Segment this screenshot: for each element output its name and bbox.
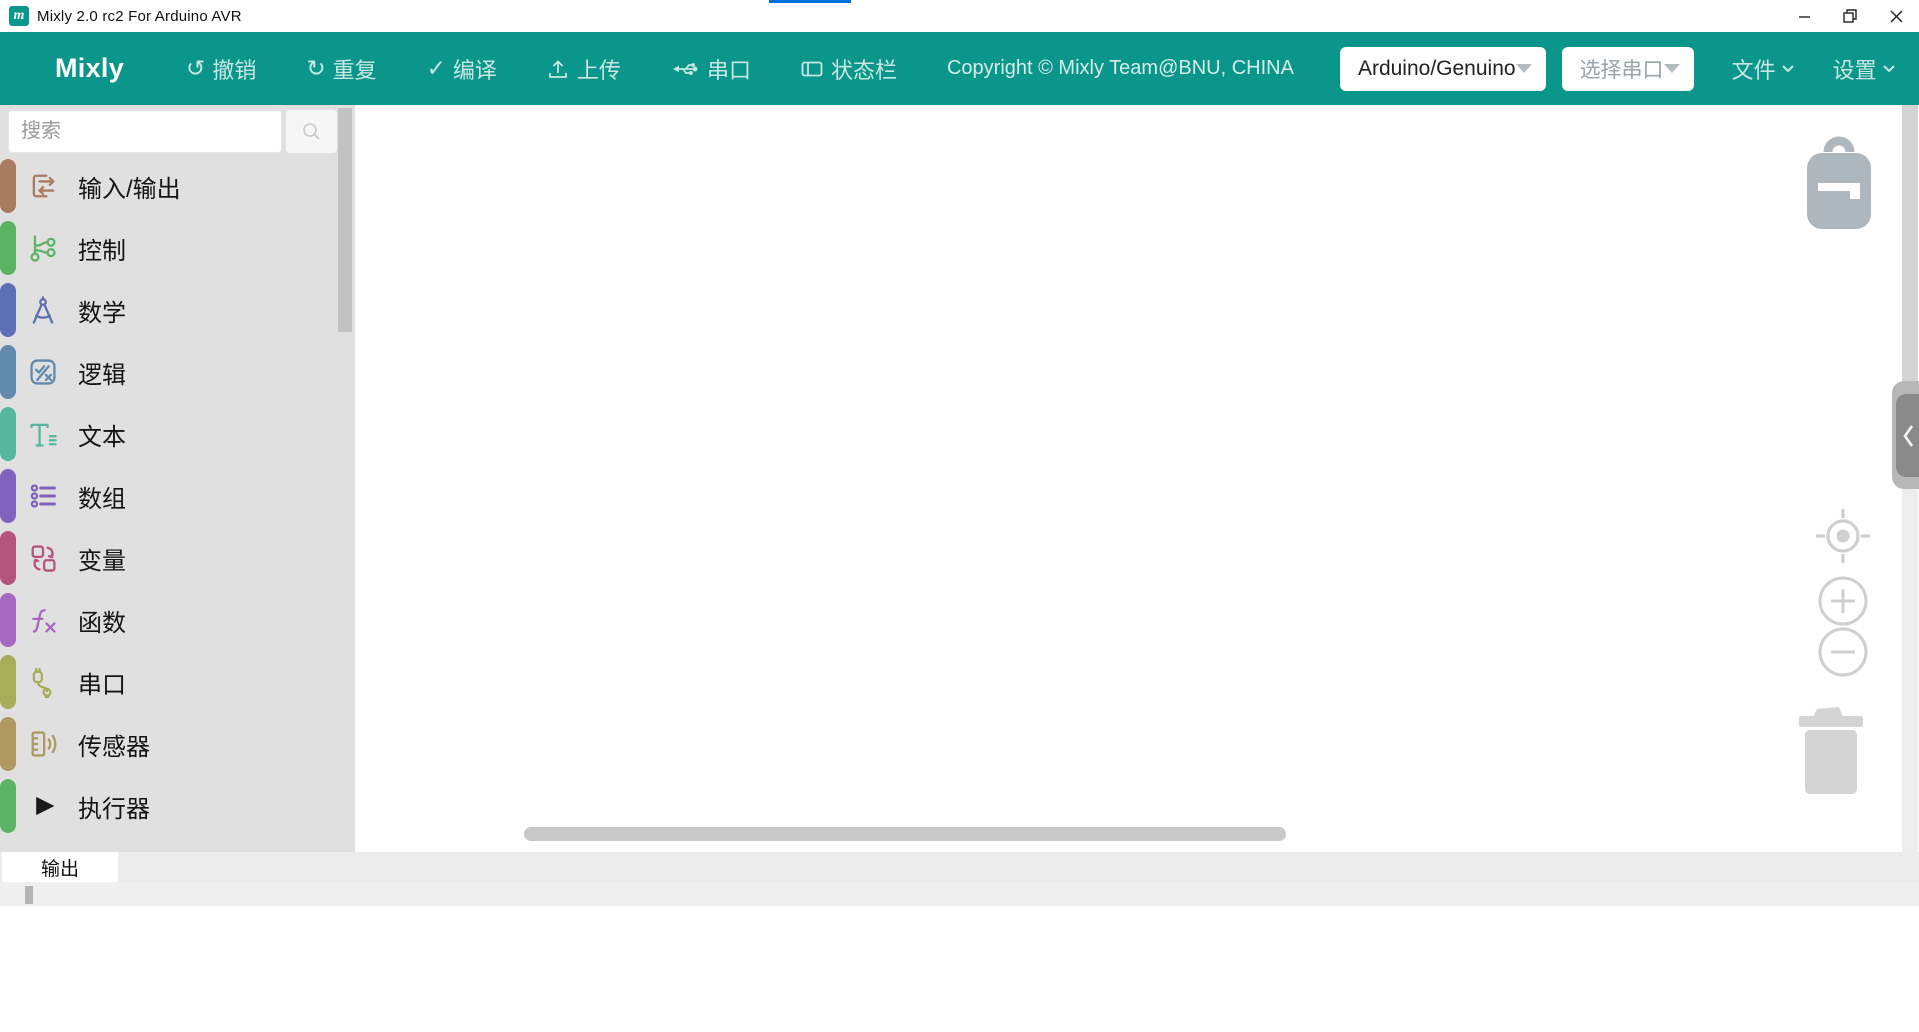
function-fx-icon <box>27 604 59 636</box>
sensor-icon <box>27 728 59 760</box>
minimize-button[interactable] <box>1781 0 1827 32</box>
sidebar-item-input-output[interactable]: 输入/输出 <box>0 155 355 217</box>
brand-label: Mixly <box>55 53 124 84</box>
window-title: Mixly 2.0 rc2 For Arduino AVR <box>37 8 242 25</box>
sidebar-item-array[interactable]: 数组 <box>0 465 355 527</box>
input-output-icon <box>27 170 59 202</box>
zoom-out-icon[interactable] <box>1817 626 1869 683</box>
compile-check-icon <box>427 57 446 80</box>
copyright-text: Copyright © Mixly Team@BNU, CHINA <box>947 57 1294 80</box>
redo-icon <box>306 57 325 80</box>
title-bar: m Mixly 2.0 rc2 For Arduino AVR <box>0 0 1919 32</box>
trash-icon[interactable] <box>1798 703 1864 802</box>
block-category-sidebar: 输入/输出 控制 <box>0 105 355 852</box>
serial-cable-icon <box>27 666 59 698</box>
sidebar-item-control[interactable]: 控制 <box>0 217 355 279</box>
text-icon <box>27 418 59 450</box>
zoom-in-icon[interactable] <box>1817 575 1869 632</box>
board-select[interactable]: Arduino/Genuino <box>1340 47 1546 91</box>
actuator-play-icon <box>27 790 59 822</box>
chevron-down-icon <box>1516 64 1532 73</box>
file-menu[interactable]: 文件 <box>1732 53 1795 85</box>
statusbar-toggle-button[interactable]: 状态栏 <box>801 53 897 85</box>
canvas-horizontal-scrollbar-thumb[interactable] <box>524 827 1286 841</box>
compile-button[interactable]: 编译 <box>427 53 497 85</box>
logic-check-icon <box>27 356 59 388</box>
search-button[interactable] <box>286 110 337 153</box>
collapse-panel-icon[interactable] <box>1896 394 1919 477</box>
upload-button[interactable]: 上传 <box>547 53 621 85</box>
undo-button[interactable]: 撤销 <box>186 53 256 85</box>
sidebar-item-sensor[interactable]: 传感器 <box>0 713 355 775</box>
array-list-icon <box>27 480 59 512</box>
close-button[interactable] <box>1873 0 1919 32</box>
sidebar-item-math[interactable]: 数学 <box>0 279 355 341</box>
minimize-icon <box>1798 10 1811 23</box>
center-target-icon[interactable] <box>1813 506 1873 571</box>
restore-icon <box>1843 9 1857 23</box>
upload-icon <box>547 58 569 80</box>
close-icon <box>1890 10 1903 23</box>
restore-button[interactable] <box>1827 0 1873 32</box>
usb-serial-icon <box>671 59 699 79</box>
chevron-down-icon <box>1781 64 1795 73</box>
math-compass-icon <box>27 294 59 326</box>
tab-output[interactable]: 输出 <box>2 852 118 882</box>
window-controls <box>1781 0 1919 32</box>
mixly-logo-icon: m <box>9 6 29 26</box>
port-select[interactable]: 选择串口 <box>1562 47 1694 91</box>
output-console-body <box>0 906 1919 1032</box>
main-toolbar: Mixly 撤销 重复 编译 上传 串口 状态栏 Copyright © Mix… <box>0 32 1919 105</box>
chevron-down-icon <box>1664 64 1680 73</box>
undo-icon <box>186 57 205 80</box>
output-tabstrip: 输出 <box>0 852 1919 882</box>
sidebar-item-serial[interactable]: 串口 <box>0 651 355 713</box>
sidebar-item-function[interactable]: 函数 <box>0 589 355 651</box>
canvas-vertical-scrollbar-thumb[interactable] <box>1902 105 1918 387</box>
backpack-icon[interactable] <box>1806 136 1872 235</box>
top-accent-line <box>769 0 851 3</box>
output-console-gutter <box>0 882 1919 906</box>
search-icon <box>300 120 324 144</box>
sidebar-item-actuator[interactable]: 执行器 <box>0 775 355 837</box>
output-scrollbar-thumb[interactable] <box>25 886 33 904</box>
sidebar-item-text[interactable]: 文本 <box>0 403 355 465</box>
sidebar-item-variable[interactable]: 变量 <box>0 527 355 589</box>
blockly-workspace[interactable] <box>355 105 1919 852</box>
chevron-down-icon <box>1882 64 1896 73</box>
settings-menu[interactable]: 设置 <box>1833 53 1896 85</box>
variable-swap-icon <box>27 542 59 574</box>
statusbar-icon <box>801 59 823 79</box>
redo-button[interactable]: 重复 <box>306 53 376 85</box>
serial-monitor-button[interactable]: 串口 <box>671 53 751 85</box>
search-input[interactable] <box>8 110 282 153</box>
control-branch-icon <box>27 232 59 264</box>
sidebar-item-logic[interactable]: 逻辑 <box>0 341 355 403</box>
